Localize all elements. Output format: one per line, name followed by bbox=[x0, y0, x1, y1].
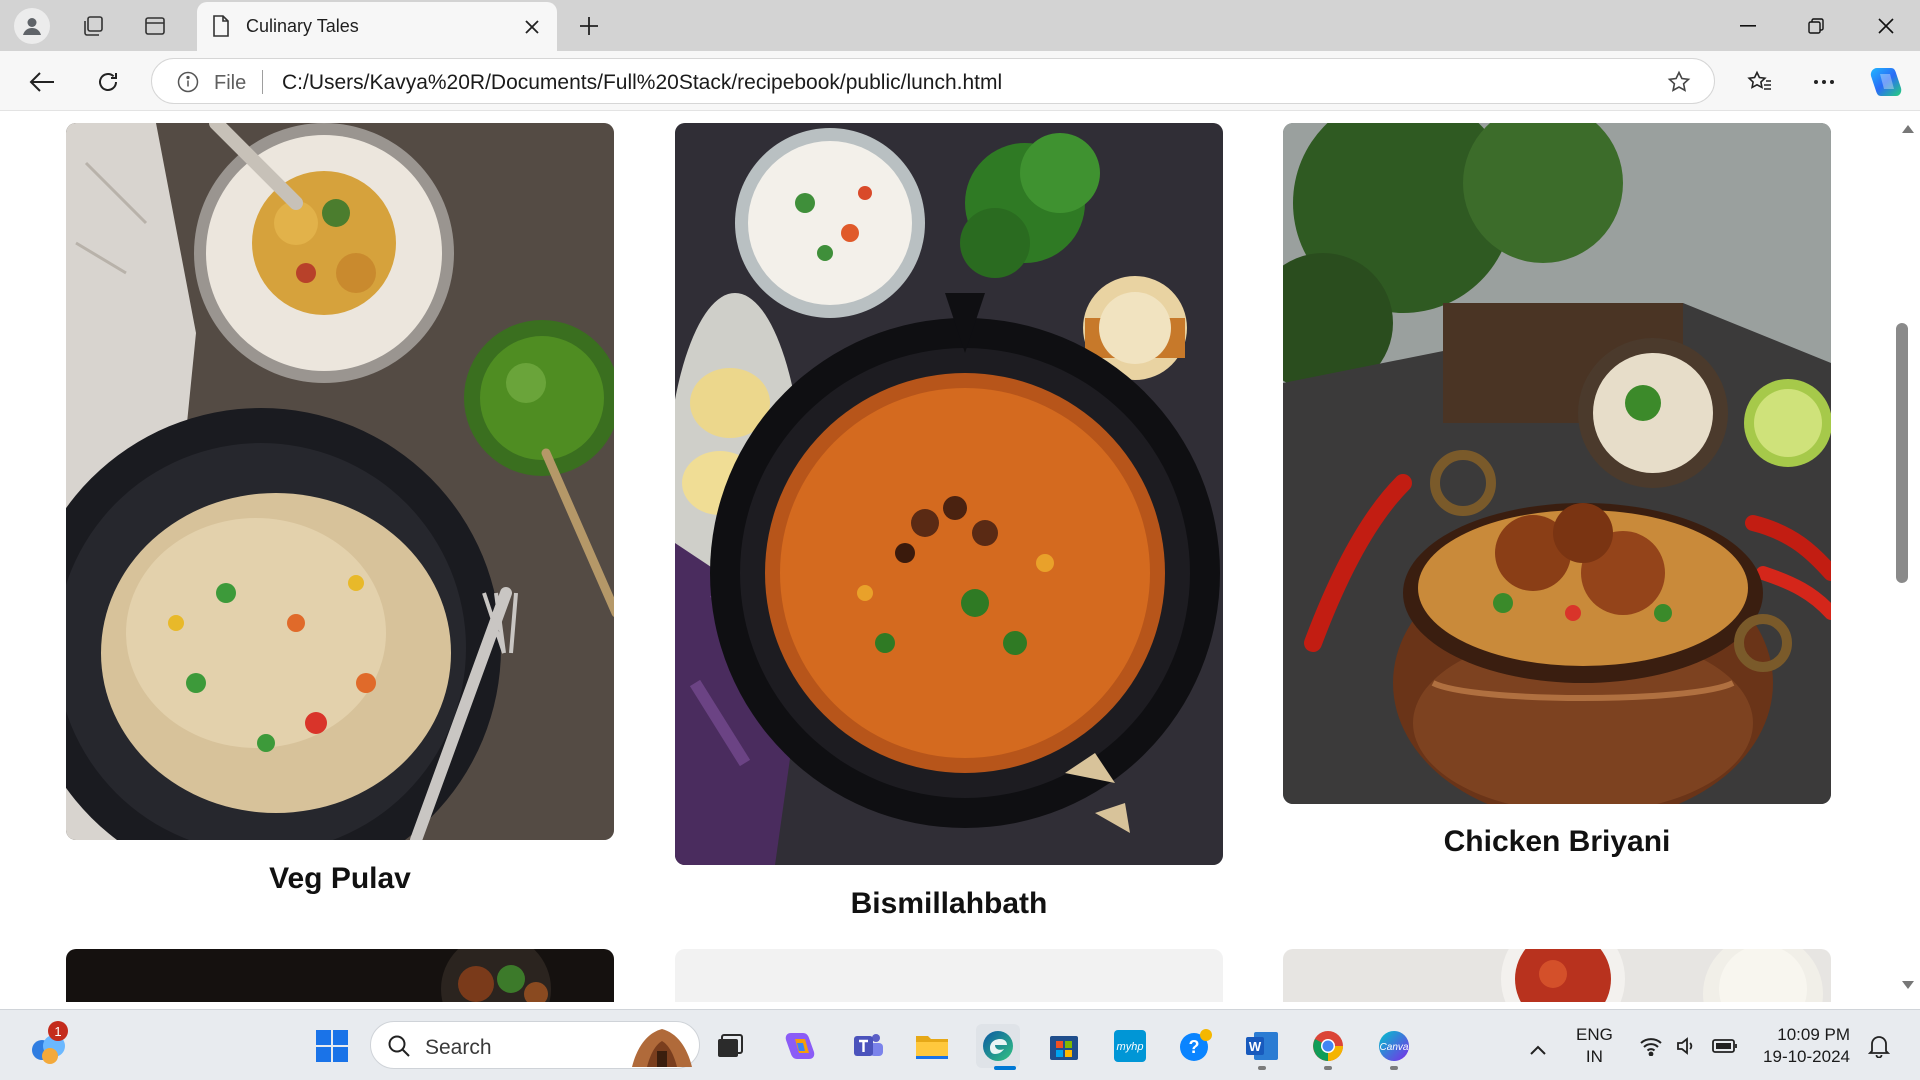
word-icon[interactable]: W bbox=[1240, 1024, 1284, 1068]
svg-text:Canva: Canva bbox=[1380, 1042, 1409, 1053]
notifications-bell-icon[interactable] bbox=[1866, 1034, 1892, 1058]
browser-toolbar: File C:/Users/Kavya%20R/Documents/Full%2… bbox=[0, 51, 1920, 111]
vertical-tabs-icon[interactable] bbox=[138, 9, 172, 43]
back-arrow-icon[interactable] bbox=[22, 62, 62, 102]
svg-text:myhp: myhp bbox=[1117, 1041, 1144, 1053]
battery-icon[interactable] bbox=[1712, 1034, 1738, 1058]
address-bar[interactable]: File C:/Users/Kavya%20R/Documents/Full%2… bbox=[151, 58, 1715, 104]
favorites-icon[interactable] bbox=[1740, 62, 1780, 102]
wifi-icon[interactable] bbox=[1638, 1034, 1664, 1058]
more-options-icon[interactable] bbox=[1804, 62, 1844, 102]
start-windows-icon[interactable] bbox=[310, 1024, 354, 1068]
file-explorer-icon[interactable] bbox=[910, 1024, 954, 1068]
language-code: ENG bbox=[1576, 1025, 1613, 1044]
search-highlight-icon bbox=[627, 1025, 697, 1072]
show-hidden-icons-chevron-icon[interactable] bbox=[1516, 1028, 1560, 1072]
volume-icon[interactable] bbox=[1674, 1034, 1700, 1058]
favorite-star-icon[interactable] bbox=[1666, 69, 1692, 95]
teams-icon[interactable] bbox=[846, 1024, 890, 1068]
region-code: IN bbox=[1585, 1047, 1603, 1066]
edge-active-indicator bbox=[994, 1066, 1016, 1070]
close-tab-icon[interactable] bbox=[519, 14, 545, 40]
taskbar-search-box[interactable]: Search bbox=[370, 1021, 700, 1069]
workspaces-icon[interactable] bbox=[76, 9, 110, 43]
language-indicator[interactable]: ENG IN bbox=[1576, 1024, 1613, 1068]
chrome-running-indicator bbox=[1324, 1066, 1332, 1070]
minimize-button[interactable] bbox=[1720, 6, 1776, 46]
widgets-badge: 1 bbox=[48, 1021, 68, 1041]
copilot-app-icon[interactable] bbox=[778, 1024, 822, 1068]
edge-browser-icon[interactable] bbox=[976, 1024, 1020, 1068]
tab-culinary-tales[interactable]: Culinary Tales bbox=[197, 2, 557, 51]
site-info-icon[interactable] bbox=[176, 70, 200, 94]
svg-text:?: ? bbox=[1189, 1037, 1200, 1057]
word-running-indicator bbox=[1258, 1066, 1266, 1070]
chicken-briyani-photo[interactable] bbox=[1283, 123, 1831, 804]
windows-taskbar: 1 Search myhp ? W Canva ENG IN 10:09 PM … bbox=[0, 1009, 1920, 1080]
new-tab-button[interactable] bbox=[572, 9, 606, 43]
tab-title: Culinary Tales bbox=[246, 16, 359, 36]
page-icon bbox=[211, 14, 231, 43]
dish-title[interactable]: Bismillahbath bbox=[675, 887, 1223, 921]
search-icon bbox=[387, 1034, 411, 1063]
scheme-label: File bbox=[214, 72, 247, 94]
clock-time: 10:09 PM bbox=[1777, 1025, 1850, 1044]
scroll-down-arrow-icon[interactable] bbox=[1898, 977, 1918, 993]
search-label: Search bbox=[425, 1036, 492, 1059]
scrollbar-thumb[interactable] bbox=[1896, 323, 1908, 583]
chrome-icon[interactable] bbox=[1306, 1024, 1350, 1068]
get-help-icon[interactable]: ? bbox=[1174, 1024, 1218, 1068]
dish-title[interactable]: Veg Pulav bbox=[66, 862, 614, 896]
page-viewport: Veg Pulav Bismillahbath Chicken Briyani bbox=[6, 112, 1896, 1002]
microsoft-store-icon[interactable] bbox=[1042, 1024, 1086, 1068]
refresh-icon[interactable] bbox=[88, 62, 128, 102]
svg-text:W: W bbox=[1249, 1039, 1262, 1054]
scroll-up-arrow-icon[interactable] bbox=[1898, 121, 1918, 137]
bismillahbath-photo[interactable] bbox=[675, 123, 1223, 865]
dish-card-photo-partial[interactable] bbox=[66, 949, 614, 1002]
veg-pulav-photo[interactable] bbox=[66, 123, 614, 840]
restore-button[interactable] bbox=[1788, 6, 1844, 46]
clock-date: 19-10-2024 bbox=[1763, 1047, 1850, 1066]
myhp-icon[interactable]: myhp bbox=[1108, 1024, 1152, 1068]
dish-card-photo-partial[interactable] bbox=[675, 949, 1223, 1002]
browser-tab-bar: Culinary Tales bbox=[0, 0, 1920, 51]
dish-title[interactable]: Chicken Briyani bbox=[1283, 825, 1831, 859]
task-view-icon[interactable] bbox=[708, 1024, 752, 1068]
canva-icon[interactable]: Canva bbox=[1372, 1024, 1416, 1068]
taskbar-clock[interactable]: 10:09 PM 19-10-2024 bbox=[1758, 1024, 1850, 1068]
canva-running-indicator bbox=[1390, 1066, 1398, 1070]
dish-card-photo-partial[interactable] bbox=[1283, 949, 1831, 1002]
address-separator bbox=[262, 70, 263, 94]
copilot-icon[interactable] bbox=[1866, 62, 1906, 102]
url-text[interactable]: C:/Users/Kavya%20R/Documents/Full%20Stac… bbox=[282, 71, 1002, 95]
profile-avatar-icon[interactable] bbox=[14, 8, 50, 44]
close-window-button[interactable] bbox=[1858, 6, 1914, 46]
